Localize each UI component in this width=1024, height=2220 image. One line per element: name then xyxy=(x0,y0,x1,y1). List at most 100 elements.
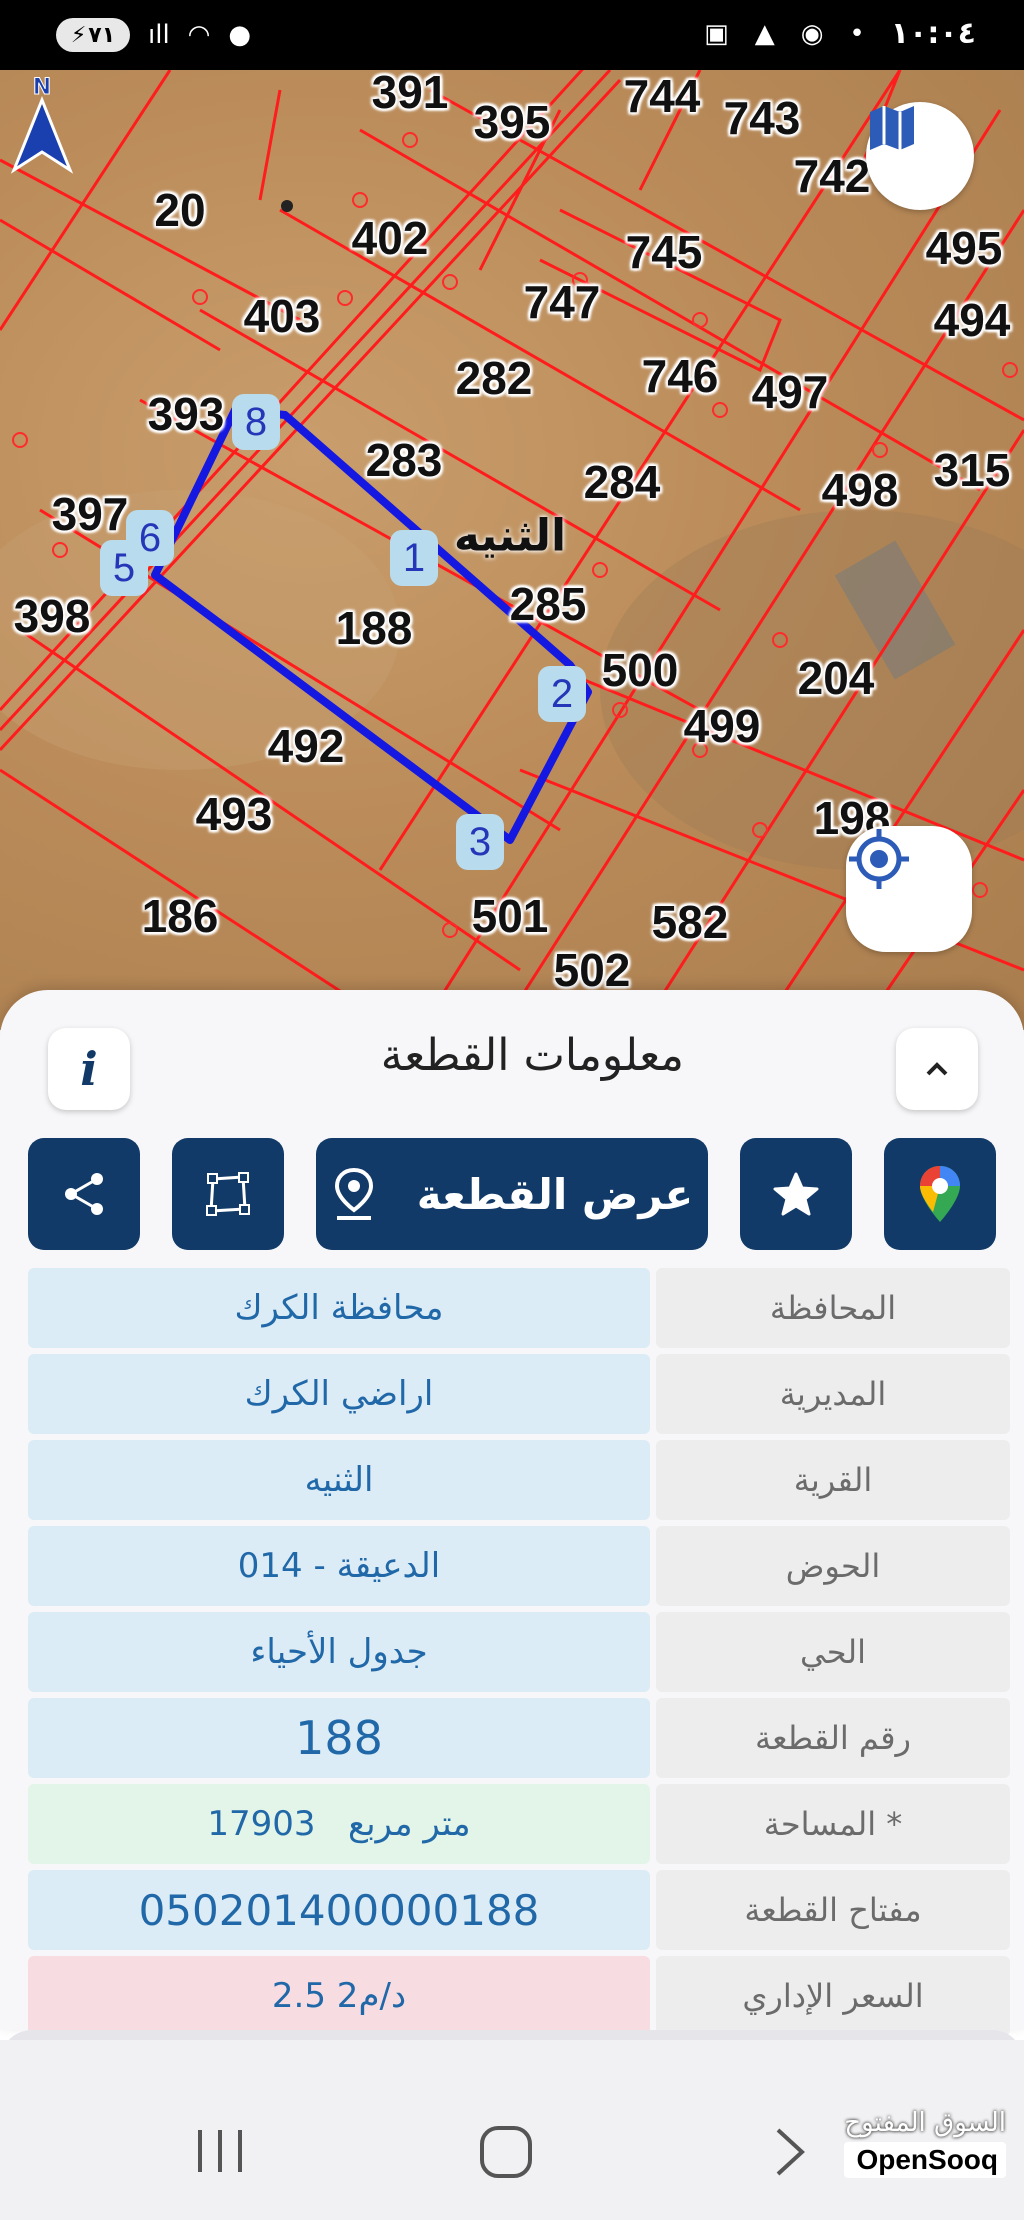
admin-price-value: 2.5 د/م2 xyxy=(28,1956,650,2036)
signal-icon: ıll xyxy=(148,20,170,50)
plot-number[interactable]: 395 xyxy=(474,95,551,149)
dot-icon: • xyxy=(849,18,865,49)
draw-polygon-button[interactable] xyxy=(172,1138,284,1250)
opensooq-watermark: السوق المفتوح OpenSooq xyxy=(844,2108,1006,2178)
watermark-arabic: السوق المفتوح xyxy=(844,2108,1006,2138)
vertex-marker[interactable]: 2 xyxy=(538,666,586,722)
table-row: 188 رقم القطعة xyxy=(28,1698,1010,1778)
recent-apps-icon[interactable] xyxy=(192,2126,248,2176)
area-label: المساحة * xyxy=(656,1784,1010,1864)
plot-key-label: مفتاح القطعة xyxy=(656,1870,1010,1950)
map-layers-icon xyxy=(870,106,914,150)
plot-number[interactable]: 391 xyxy=(372,70,449,119)
info-button[interactable]: i xyxy=(48,1028,130,1110)
basin-value: الدعيقة - 014 xyxy=(28,1526,650,1606)
status-bar: ⚡ ٧١ ıll ◠ ● ▣ ▲ ◉ • ١٠:٠٤ xyxy=(0,0,1024,70)
plot-number-label: رقم القطعة xyxy=(656,1698,1010,1778)
table-row: جدول الأحياء الحي xyxy=(28,1612,1010,1692)
plot-number[interactable]: 502 xyxy=(554,943,631,997)
watermark-english: OpenSooq xyxy=(844,2142,1006,2178)
collapse-button[interactable] xyxy=(896,1028,978,1110)
governorate-value: محافظة الكرك xyxy=(28,1268,650,1348)
favorite-button[interactable] xyxy=(740,1138,852,1250)
directorate-value: اراضي الكرك xyxy=(28,1354,650,1434)
plot-number[interactable]: 283 xyxy=(366,433,443,487)
area-value: 17903 متر مربع xyxy=(28,1784,650,1864)
plot-number[interactable]: 393 xyxy=(148,387,225,441)
neighborhood-label: الحي xyxy=(656,1612,1010,1692)
plot-number[interactable]: 744 xyxy=(624,70,701,123)
wifi-icon: ◠ xyxy=(187,20,211,50)
plot-number[interactable]: 743 xyxy=(724,91,801,145)
village-label: الثنيه xyxy=(453,510,567,562)
plot-number[interactable]: 397 xyxy=(52,487,129,541)
governorate-label: المحافظة xyxy=(656,1268,1010,1348)
share-button[interactable] xyxy=(28,1138,140,1250)
locate-icon xyxy=(849,829,909,889)
table-row: اراضي الكرك المديرية xyxy=(28,1354,1010,1434)
plot-number[interactable]: 494 xyxy=(934,293,1011,347)
plot-number[interactable]: 493 xyxy=(196,787,273,841)
plot-number[interactable]: 582 xyxy=(652,895,729,949)
plot-number[interactable]: 315 xyxy=(934,443,1011,497)
show-plot-button[interactable]: عرض القطعة xyxy=(316,1138,708,1250)
table-row: 2.5 د/م2 السعر الإداري xyxy=(28,1956,1010,2036)
directorate-label: المديرية xyxy=(656,1354,1010,1434)
table-row: 050201400000188 مفتاح القطعة xyxy=(28,1870,1010,1950)
battery-indicator: ⚡ ٧١ xyxy=(56,18,130,52)
plot-number[interactable]: 747 xyxy=(524,275,601,329)
vertex-marker[interactable]: 8 xyxy=(232,394,280,450)
vertex-marker[interactable]: 3 xyxy=(456,814,504,870)
panel-title: معلومات القطعة xyxy=(380,1030,684,1081)
share-icon xyxy=(65,1173,103,1215)
plot-number[interactable]: 500 xyxy=(602,643,679,697)
plot-number[interactable]: 497 xyxy=(752,365,829,419)
star-icon xyxy=(773,1172,819,1216)
vertex-marker[interactable]: 1 xyxy=(390,530,438,586)
plot-info-panel: i معلومات القطعة عرض القطعة محافظة الكرك… xyxy=(0,990,1024,2036)
table-row: 17903 متر مربع المساحة * xyxy=(28,1784,1010,1864)
home-icon[interactable] xyxy=(478,2124,534,2180)
north-arrow-icon[interactable]: N xyxy=(0,70,84,180)
village-label: القرية xyxy=(656,1440,1010,1520)
table-row: الثنيه القرية xyxy=(28,1440,1010,1520)
map-pin-icon xyxy=(334,1167,373,1220)
battery-level: ٧١ xyxy=(88,22,116,48)
plot-number[interactable]: 499 xyxy=(684,699,761,753)
info-icon: i xyxy=(80,1042,98,1096)
plot-number[interactable]: 204 xyxy=(798,651,875,705)
neighborhood-value: جدول الأحياء xyxy=(28,1612,650,1692)
admin-price-label: السعر الإداري xyxy=(656,1956,1010,2036)
plot-number[interactable]: 398 xyxy=(14,589,91,643)
plot-number[interactable]: 501 xyxy=(472,889,549,943)
polygon-icon xyxy=(206,1172,250,1216)
map-layers-button[interactable] xyxy=(866,102,974,210)
plot-number[interactable]: 284 xyxy=(584,455,661,509)
plot-number-value: 188 xyxy=(28,1698,650,1778)
plot-number[interactable]: 742 xyxy=(794,149,871,203)
google-maps-button[interactable] xyxy=(884,1138,996,1250)
plot-number[interactable]: 20 xyxy=(154,183,205,237)
plot-number[interactable]: 495 xyxy=(926,221,1003,275)
vertex-marker[interactable]: 6 xyxy=(126,510,174,566)
parcel-map[interactable]: 391 395 744 743 742 496 20 402 745 495 4… xyxy=(0,70,1024,1030)
bolt-icon: ⚡ xyxy=(70,22,87,48)
plot-number[interactable]: 745 xyxy=(626,225,703,279)
plot-number[interactable]: 188 xyxy=(336,601,413,655)
plot-number[interactable]: 402 xyxy=(352,211,429,265)
screenshot-icon: ▣ xyxy=(704,18,729,49)
plot-number[interactable]: 498 xyxy=(822,463,899,517)
location-icon: ● xyxy=(228,20,252,50)
plot-number[interactable]: 403 xyxy=(244,289,321,343)
plot-number[interactable]: 282 xyxy=(456,351,533,405)
basin-label: الحوض xyxy=(656,1526,1010,1606)
google-maps-icon xyxy=(920,1166,960,1222)
plot-number[interactable]: 746 xyxy=(642,349,719,403)
village-value: الثنيه xyxy=(28,1440,650,1520)
plot-number[interactable]: 285 xyxy=(510,577,587,631)
plot-number[interactable]: 186 xyxy=(142,889,219,943)
back-icon[interactable] xyxy=(770,2126,810,2178)
plot-number[interactable]: 492 xyxy=(268,719,345,773)
locate-button[interactable] xyxy=(846,826,972,952)
show-plot-label: عرض القطعة xyxy=(416,1169,694,1219)
